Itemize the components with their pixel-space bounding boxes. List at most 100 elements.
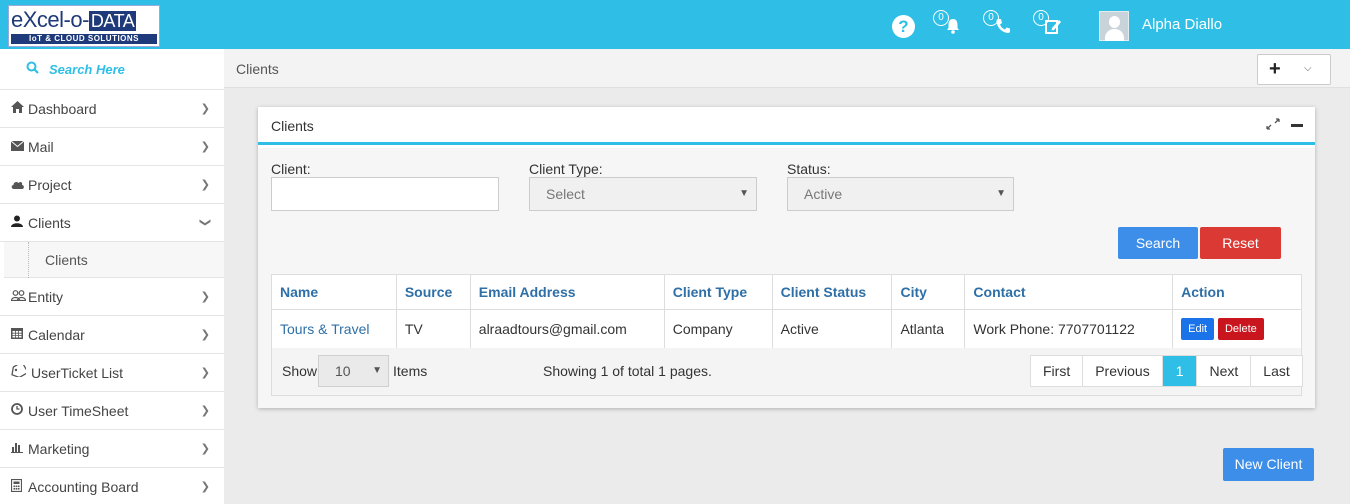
breadcrumb-bar: Clients + ⌵ xyxy=(224,49,1350,88)
chevron-right-icon: ❯ xyxy=(200,367,210,379)
client-type-label: Client Type: xyxy=(529,161,603,177)
status-select[interactable]: Active ▼ xyxy=(787,177,1014,211)
user-name[interactable]: Alpha Diallo xyxy=(1142,16,1222,33)
sidebar-item-calendar[interactable]: Calendar ❯ xyxy=(0,316,224,354)
clients-table: Name Source Email Address Client Type Cl… xyxy=(271,274,1302,349)
sidebar-item-project[interactable]: Project ❯ xyxy=(0,166,224,204)
sidebar-item-clients[interactable]: Clients ❯ xyxy=(0,204,224,242)
show-label: Show xyxy=(282,363,318,379)
calls-button[interactable]: 0 xyxy=(983,10,1017,40)
panel-header: Clients xyxy=(258,107,1315,145)
chevron-right-icon: ❯ xyxy=(200,103,210,115)
reset-button[interactable]: Reset xyxy=(1200,227,1281,259)
sidebar-item-mail[interactable]: Mail ❯ xyxy=(0,128,224,166)
client-type-select[interactable]: Select ▼ xyxy=(529,177,757,211)
home-icon xyxy=(11,101,28,116)
sidebar-subitem-clients[interactable]: Clients xyxy=(4,242,224,278)
client-input[interactable] xyxy=(271,177,499,211)
chevron-right-icon: ❯ xyxy=(200,141,210,153)
previous-page-button[interactable]: Previous xyxy=(1082,356,1161,386)
sidebar-item-label: Dashboard xyxy=(28,100,97,117)
cell-source: TV xyxy=(395,309,471,349)
cloud-icon xyxy=(11,178,28,192)
sidebar: Dashboard ❯ Mail ❯ Project ❯ Clients ❯ C… xyxy=(0,49,224,504)
select-arrow-icon: ▼ xyxy=(372,365,382,376)
sidebar-item-label: Entity xyxy=(28,288,64,305)
delete-button[interactable]: Delete xyxy=(1217,318,1264,340)
last-page-button[interactable]: Last xyxy=(1250,356,1301,386)
minimize-icon[interactable] xyxy=(1291,124,1303,127)
sidebar-item-userticket-list[interactable]: UserTicket List ❯ xyxy=(0,354,224,392)
help-icon[interactable]: ? xyxy=(892,15,915,38)
sidebar-item-label: Project xyxy=(28,176,72,193)
column-header-city[interactable]: City xyxy=(891,274,966,310)
sidebar-item-entity[interactable]: Entity ❯ xyxy=(0,278,224,316)
notifications-button[interactable]: 0 xyxy=(933,10,967,40)
column-header-source[interactable]: Source xyxy=(395,274,471,310)
select-arrow-icon: ▼ xyxy=(739,188,749,199)
brand-logo[interactable]: eXcel-o- DATA IoT & CLOUD SOLUTIONS xyxy=(8,5,160,47)
chevron-down-icon: ⌵ xyxy=(1304,63,1312,74)
table-footer: Show 10 ▼ Items Showing 1 of total 1 pag… xyxy=(271,348,1303,396)
phone-icon xyxy=(996,19,1010,33)
first-page-button[interactable]: First xyxy=(1031,356,1082,386)
status-label: Status: xyxy=(787,161,831,177)
breadcrumb[interactable]: Clients xyxy=(236,61,279,77)
column-header-action: Action xyxy=(1172,274,1302,310)
cell-contact: Work Phone: 7707701122 xyxy=(964,309,1174,349)
chevron-down-icon: ❯ xyxy=(198,217,211,228)
plus-icon: + xyxy=(1269,58,1281,80)
new-client-button[interactable]: New Client xyxy=(1223,448,1314,481)
add-new-dropdown-button[interactable]: + ⌵ xyxy=(1257,54,1331,85)
column-header-client-type[interactable]: Client Type xyxy=(663,274,773,310)
ticket-icon xyxy=(11,361,31,380)
paging-info: Showing 1 of total 1 pages. xyxy=(543,363,712,379)
page-size-select[interactable]: 10 ▼ xyxy=(318,355,389,387)
chevron-right-icon: ❯ xyxy=(200,291,210,303)
sidebar-item-accounting-board[interactable]: Accounting Board ❯ xyxy=(0,468,224,504)
logo-text-highlight: DATA xyxy=(88,11,137,31)
client-type-value: Select xyxy=(546,186,585,202)
items-label: Items xyxy=(393,363,428,379)
sidebar-item-label: User TimeSheet xyxy=(28,402,129,419)
sidebar-item-user-timesheet[interactable]: User TimeSheet ❯ xyxy=(0,392,224,430)
pagination: First Previous 1 Next Last xyxy=(1030,355,1303,387)
client-name-link[interactable]: Tours & Travel xyxy=(271,309,397,349)
chevron-right-icon: ❯ xyxy=(200,329,210,341)
chevron-right-icon: ❯ xyxy=(200,179,210,191)
next-page-button[interactable]: Next xyxy=(1196,356,1250,386)
current-page-button[interactable]: 1 xyxy=(1161,356,1197,386)
clients-panel: Clients Client: Client Type: Select ▼ St… xyxy=(258,107,1315,408)
sidebar-item-dashboard[interactable]: Dashboard ❯ xyxy=(0,90,224,128)
select-arrow-icon: ▼ xyxy=(996,188,1006,199)
sidebar-search xyxy=(0,49,224,90)
avatar[interactable] xyxy=(1099,11,1129,41)
tasks-button[interactable]: 0 xyxy=(1033,10,1067,40)
cell-client-status: Active xyxy=(771,309,893,349)
sidebar-subitem-label: Clients xyxy=(45,251,88,268)
column-header-email[interactable]: Email Address xyxy=(469,274,665,310)
calculator-icon xyxy=(10,478,28,495)
column-header-contact[interactable]: Contact xyxy=(964,274,1174,310)
sidebar-item-marketing[interactable]: Marketing ❯ xyxy=(0,430,224,468)
search-button[interactable]: Search xyxy=(1118,227,1198,259)
sidebar-item-label: Mail xyxy=(28,138,54,155)
search-icon xyxy=(26,61,39,77)
sidebar-item-label: Clients xyxy=(28,214,71,231)
clock-icon xyxy=(11,403,28,418)
panel-title: Clients xyxy=(271,118,314,134)
status-value: Active xyxy=(804,186,843,202)
column-header-client-status[interactable]: Client Status xyxy=(771,274,893,310)
edit-button[interactable]: Edit xyxy=(1181,318,1215,340)
client-label: Client: xyxy=(271,161,311,177)
sidebar-search-input[interactable] xyxy=(49,61,219,77)
logo-text: eXcel-o- xyxy=(11,7,89,32)
sidebar-item-label: Accounting Board xyxy=(28,478,139,495)
column-header-name[interactable]: Name xyxy=(271,274,397,310)
sidebar-item-label: Marketing xyxy=(28,440,90,457)
expand-icon[interactable] xyxy=(1266,118,1280,133)
table-row: Tours & Travel TV alraadtours@gmail.com … xyxy=(271,309,1302,349)
envelope-icon xyxy=(10,140,28,154)
cell-action: Edit Delete xyxy=(1172,309,1302,349)
logo-tagline: IoT & CLOUD SOLUTIONS xyxy=(11,34,157,44)
